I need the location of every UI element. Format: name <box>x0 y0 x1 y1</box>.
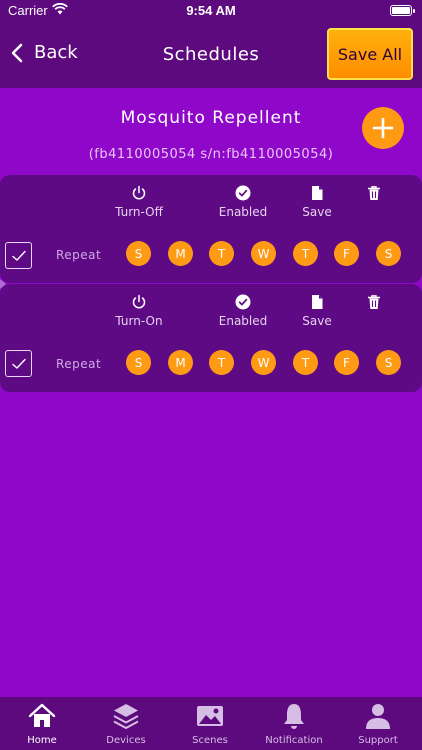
device-serial: (fb4110005054 s/n:fb4110005054) <box>88 147 334 162</box>
enabled-label: Enabled <box>218 314 268 328</box>
power-icon <box>132 294 146 309</box>
save-label: Save <box>302 314 332 328</box>
check-circle-icon <box>235 185 251 201</box>
trash-icon <box>368 186 380 200</box>
day-saturday[interactable]: S <box>376 350 401 375</box>
power-icon <box>132 185 146 200</box>
person-icon <box>366 704 390 729</box>
bell-icon <box>284 704 304 729</box>
navigation-bar: Back Schedules Save All <box>0 22 422 88</box>
day-thursday[interactable]: T <box>293 241 318 266</box>
check-circle-icon <box>235 294 251 310</box>
tab-label: Notification <box>265 735 323 746</box>
turn-off-action[interactable]: Turn-Off <box>105 185 173 219</box>
day-monday[interactable]: M <box>168 350 193 375</box>
save-all-button[interactable]: Save All <box>327 28 413 80</box>
save-schedule-button[interactable]: Save <box>294 185 340 219</box>
enabled-toggle[interactable]: Enabled <box>208 185 278 219</box>
tab-notification[interactable]: Notification <box>252 701 336 746</box>
delete-schedule-button[interactable] <box>362 294 386 314</box>
home-icon <box>28 703 56 727</box>
device-name: Mosquito Repellent <box>120 108 302 128</box>
schedule-checkbox[interactable] <box>5 242 32 269</box>
battery-icon <box>390 5 415 16</box>
day-tuesday[interactable]: T <box>209 241 234 266</box>
trash-icon <box>368 295 380 309</box>
day-friday[interactable]: F <box>334 350 359 375</box>
image-icon <box>197 706 223 726</box>
checkmark-icon <box>11 250 26 261</box>
save-schedule-button[interactable]: Save <box>294 294 340 328</box>
day-sunday[interactable]: S <box>126 350 151 375</box>
tab-label: Support <box>358 735 398 746</box>
day-wednesday[interactable]: W <box>251 350 276 375</box>
day-sunday[interactable]: S <box>126 241 151 266</box>
enabled-label: Enabled <box>218 205 268 219</box>
tab-label: Devices <box>106 735 146 746</box>
enabled-toggle[interactable]: Enabled <box>208 294 278 328</box>
layers-icon <box>113 704 139 729</box>
day-tuesday[interactable]: T <box>209 350 234 375</box>
checkmark-icon <box>11 358 26 369</box>
tab-label: Scenes <box>192 735 228 746</box>
add-schedule-button[interactable] <box>362 107 404 149</box>
tab-scenes[interactable]: Scenes <box>168 701 252 746</box>
turn-on-action[interactable]: Turn-On <box>105 294 173 328</box>
day-monday[interactable]: M <box>168 241 193 266</box>
status-bar: Carrier 9:54 AM <box>0 0 422 22</box>
repeat-label: Repeat <box>56 248 102 262</box>
tab-label: Home <box>27 735 57 746</box>
day-thursday[interactable]: T <box>293 350 318 375</box>
schedule-checkbox[interactable] <box>5 350 32 377</box>
repeat-label: Repeat <box>56 357 102 371</box>
clock: 9:54 AM <box>186 3 236 18</box>
schedule-card: Turn-Off Enabled Save Repeat S M T W T F… <box>0 175 422 289</box>
file-icon <box>312 295 323 309</box>
action-label: Turn-Off <box>115 205 163 219</box>
delete-schedule-button[interactable] <box>362 185 386 205</box>
schedule-card: Turn-On Enabled Save Repeat S M T W T F … <box>0 284 422 392</box>
file-icon <box>312 186 323 200</box>
tab-bar: Home Devices Scenes Notification Support <box>0 697 422 750</box>
action-label: Turn-On <box>115 314 163 328</box>
tab-support[interactable]: Support <box>336 701 420 746</box>
tab-home[interactable]: Home <box>0 701 84 746</box>
day-wednesday[interactable]: W <box>251 241 276 266</box>
day-friday[interactable]: F <box>334 241 359 266</box>
day-saturday[interactable]: S <box>376 241 401 266</box>
tab-devices[interactable]: Devices <box>84 701 168 746</box>
save-label: Save <box>302 205 332 219</box>
plus-icon <box>372 117 394 139</box>
